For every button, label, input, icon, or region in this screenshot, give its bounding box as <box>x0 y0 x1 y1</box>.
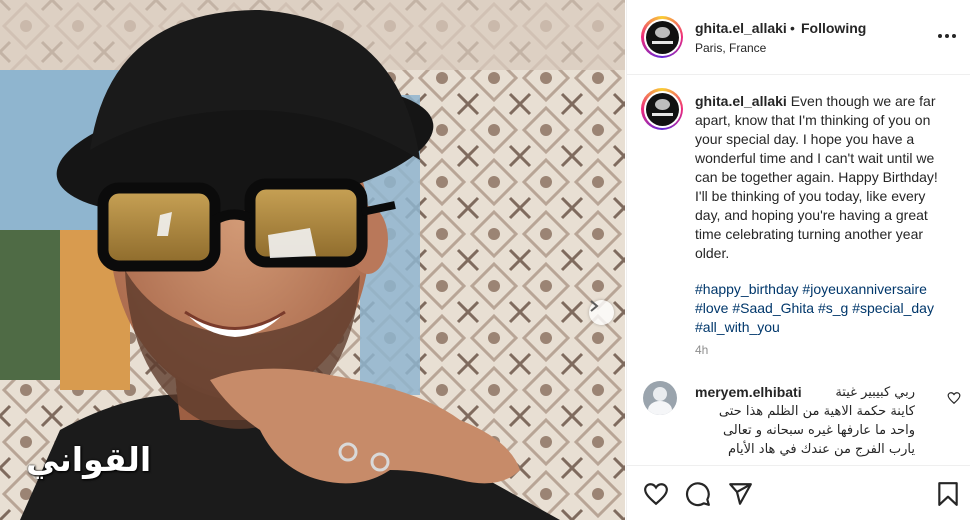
post-header: ghita.el_allaki • Following Paris, Franc… <box>627 0 970 75</box>
post-location[interactable]: Paris, France <box>695 41 766 55</box>
caption-username[interactable]: ghita.el_allaki <box>695 93 787 109</box>
bookmark-icon[interactable] <box>935 481 961 507</box>
comment-text: ربي كبيبير غيتة كاينة حكمة الاهية من الظ… <box>718 385 915 457</box>
hashtag-list: #happy_birthday #joyeuxanniversaire #lov… <box>695 280 957 337</box>
hashtag-link[interactable]: #s_g <box>818 300 848 316</box>
watermark-logo: القواني <box>26 440 152 479</box>
chevron-right-icon <box>590 300 599 312</box>
action-bar <box>627 465 970 520</box>
separator-dot: • <box>790 20 795 36</box>
hashtag-link[interactable]: #happy_birthday <box>695 281 799 297</box>
post-caption: ghita.el_allaki Even though we are far a… <box>695 92 947 263</box>
hashtag-link[interactable]: #Saad_Ghita <box>732 300 814 316</box>
send-icon[interactable] <box>727 481 753 507</box>
caption-author-avatar[interactable] <box>641 88 683 130</box>
post-details-panel: ghita.el_allaki • Following Paris, Franc… <box>626 0 970 520</box>
post-timestamp[interactable]: 4h <box>695 343 708 357</box>
hashtag-link[interactable]: #special_day <box>852 300 934 316</box>
more-options-icon <box>938 34 956 38</box>
small-heart-icon[interactable] <box>947 391 961 405</box>
comment-icon[interactable] <box>685 481 711 507</box>
following-button[interactable]: Following <box>801 20 866 36</box>
next-photo-button[interactable] <box>589 300 614 325</box>
post-media[interactable]: القواني <box>0 0 625 520</box>
more-options-button[interactable] <box>935 26 959 46</box>
hashtag-link[interactable]: #all_with_you <box>695 319 780 335</box>
author-avatar[interactable] <box>641 16 683 58</box>
hashtag-link[interactable]: #love <box>695 300 728 316</box>
caption-text: Even though we are far apart, know that … <box>695 93 938 261</box>
author-username[interactable]: ghita.el_allaki <box>695 20 787 36</box>
hashtag-link[interactable]: #joyeuxanniversaire <box>802 281 927 297</box>
commenter-avatar[interactable] <box>643 381 677 415</box>
heart-icon[interactable] <box>643 481 669 507</box>
